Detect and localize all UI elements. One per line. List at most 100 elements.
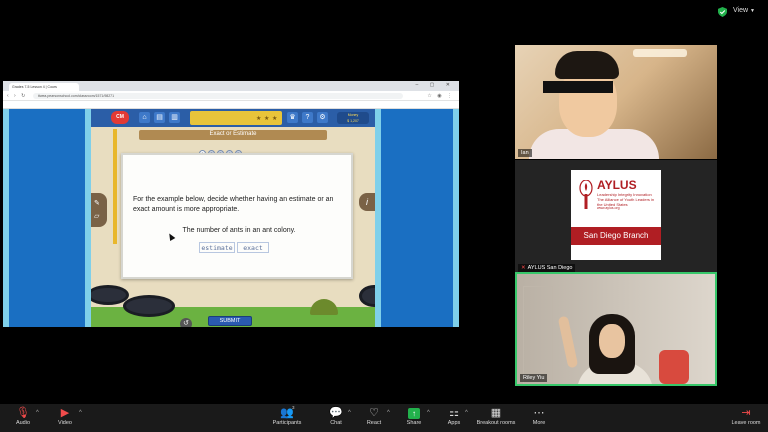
video-off-icon: ▶ [60,407,70,419]
game-area: CM ⌂ ▤ ▥ ★ ★ ★ ♛ ? ⚙ Money $ 1,207 Exact… [3,109,459,327]
name-tag: ✕ AYLUS San Diego [518,264,576,272]
apps-label: Apps [447,420,461,426]
ruler-icon[interactable]: ▱ [94,212,99,220]
nav-arrows-icon[interactable]: ‹ › ↻ [7,93,27,99]
participants-icon: 👥 [280,407,294,419]
top-bar: View ▼ [0,0,768,24]
closet-door [523,286,553,384]
tab-title: Grades 7-5 Lesson 4 | Cours [12,85,57,89]
help-icon[interactable]: ? [302,112,313,123]
leave-room-button[interactable]: ⇥ Leave room [728,406,764,426]
more-button[interactable]: ⋯ More [528,406,550,426]
home-icon[interactable]: ⌂ [139,112,150,123]
shared-screen[interactable]: Grades 7-5 Lesson 4 | Cours – ▢ ✕ ‹ › ↻ … [3,81,459,327]
chevron-up-icon[interactable]: ^ [79,410,82,416]
aylus-logo-card: AYLUS Leadership Integrity Innovation Th… [571,170,661,260]
game-logo[interactable]: CM [111,111,129,124]
video-tile-riley[interactable]: Riley Yiu [515,272,717,386]
money-counter: Money $ 1,207 [337,112,369,124]
chevron-up-icon[interactable]: ^ [348,410,351,416]
address-bar: ‹ › ↻ ttwea.pearsonschool.com/classroom/… [3,91,459,101]
chart-icon[interactable]: ▥ [169,112,180,123]
audio-button[interactable]: 🎙 Audio [12,406,34,426]
pixel-sunglasses-filter [543,81,613,93]
video-tile-ian[interactable]: Ian [515,45,717,159]
apps-button[interactable]: ⚏ Apps [444,406,464,426]
right-stripe [375,109,381,327]
star-icon: ★ [256,116,262,122]
participant-name: Riley Yiu [523,375,545,381]
participant-name: AYLUS San Diego [527,265,573,271]
star-icon: ★ [272,116,278,122]
chevron-up-icon[interactable]: ^ [465,410,468,416]
pencil-tools[interactable]: ✎ ▱ [91,193,107,227]
participants-button[interactable]: 👥 3 Participants [270,405,304,426]
estimate-option[interactable]: estimate [199,242,235,253]
instruction-text: For the example below, decide whether ha… [133,196,334,213]
video-tile-aylus[interactable]: AYLUS Leadership Integrity Innovation Th… [515,160,717,274]
tire-decoration [123,295,175,317]
red-chair [659,350,689,384]
participant-hair [555,51,619,79]
view-label: View [733,7,749,14]
participant-name: Ian [521,150,529,156]
video-button[interactable]: ▶ Video [54,406,76,426]
view-button[interactable]: View ▼ [733,7,755,14]
left-backdrop [3,109,91,327]
url-field[interactable]: ttwea.pearsonschool.com/classroom/1571/9… [33,93,403,99]
trophy-icon[interactable]: ♛ [287,112,298,123]
lesson-title-banner: Exact or Estimate [139,130,327,140]
lesson-title: Exact or Estimate [209,131,257,137]
share-label: Share [406,420,422,426]
aylus-title: AYLUS [597,178,637,192]
mic-muted-icon: 🎙 [16,407,30,419]
browser-tab[interactable]: Grades 7-5 Lesson 4 | Cours [9,83,79,91]
game-board: CM ⌂ ▤ ▥ ★ ★ ★ ♛ ? ⚙ Money $ 1,207 Exact… [91,109,375,327]
exact-option[interactable]: exact [237,242,269,253]
info-button[interactable]: i [359,193,375,211]
chevron-up-icon[interactable]: ^ [387,410,390,416]
breakout-label: Breakout rooms [476,420,516,426]
video-label: Video [58,420,72,426]
helmet-decoration [310,299,338,315]
chevron-up-icon[interactable]: ^ [36,410,39,416]
submit-button[interactable]: SUBMIT [208,316,252,326]
participants-count: 3 [292,405,295,410]
window-controls[interactable]: – ▢ ✕ [416,82,455,88]
left-stripe [3,109,9,327]
right-backdrop [375,109,459,327]
bookmarks-bar: https://www.coolMathPAFupel 7/9Fract Bre… [3,101,459,109]
audio-label: Audio [15,420,31,426]
react-button[interactable]: ♡ React [364,406,384,426]
aylus-branch-banner: San Diego Branch [571,227,661,245]
progress-banner: ★ ★ ★ [190,111,282,125]
chat-label: Chat [330,420,342,426]
leave-icon: ⇥ [741,407,751,419]
undo-icon[interactable]: ↺ [180,318,192,327]
participant-face [599,324,625,358]
leave-label: Leave room [731,420,761,426]
chevron-up-icon[interactable]: ^ [427,410,430,416]
browser-tab-bar: Grades 7-5 Lesson 4 | Cours – ▢ ✕ [3,81,459,91]
chat-button[interactable]: 💬 Chat [326,406,346,426]
right-stripe [453,109,459,327]
tire-decoration [359,285,375,307]
question-text: The number of ants in an ant colony. [182,227,296,234]
grid-icon: ▦ [490,407,502,419]
mic-muted-icon: ✕ [521,265,526,271]
shield-check-icon[interactable] [718,7,727,17]
aylus-subtitle: Leadership Integrity Innovation The Alli… [597,192,655,207]
extensions-icon[interactable]: ☆ ◉ ⋮ [427,93,454,99]
more-label: More [532,420,546,426]
settings-icon[interactable]: ⚙ [317,112,328,123]
zoom-window: View ▼ Grades 7-5 Lesson 4 | Cours – ▢ ✕ … [0,0,768,432]
book-icon[interactable]: ▤ [154,112,165,123]
share-button[interactable]: ↑ Share [404,406,424,426]
star-icon: ★ [264,116,270,122]
breakout-rooms-button[interactable]: ▦ Breakout rooms [474,406,518,426]
ceiling-fan [633,49,687,57]
more-icon: ⋯ [533,407,545,419]
pencil-icon[interactable]: ✎ [94,199,100,207]
react-label: React [366,420,382,426]
torch-icon [579,180,593,209]
